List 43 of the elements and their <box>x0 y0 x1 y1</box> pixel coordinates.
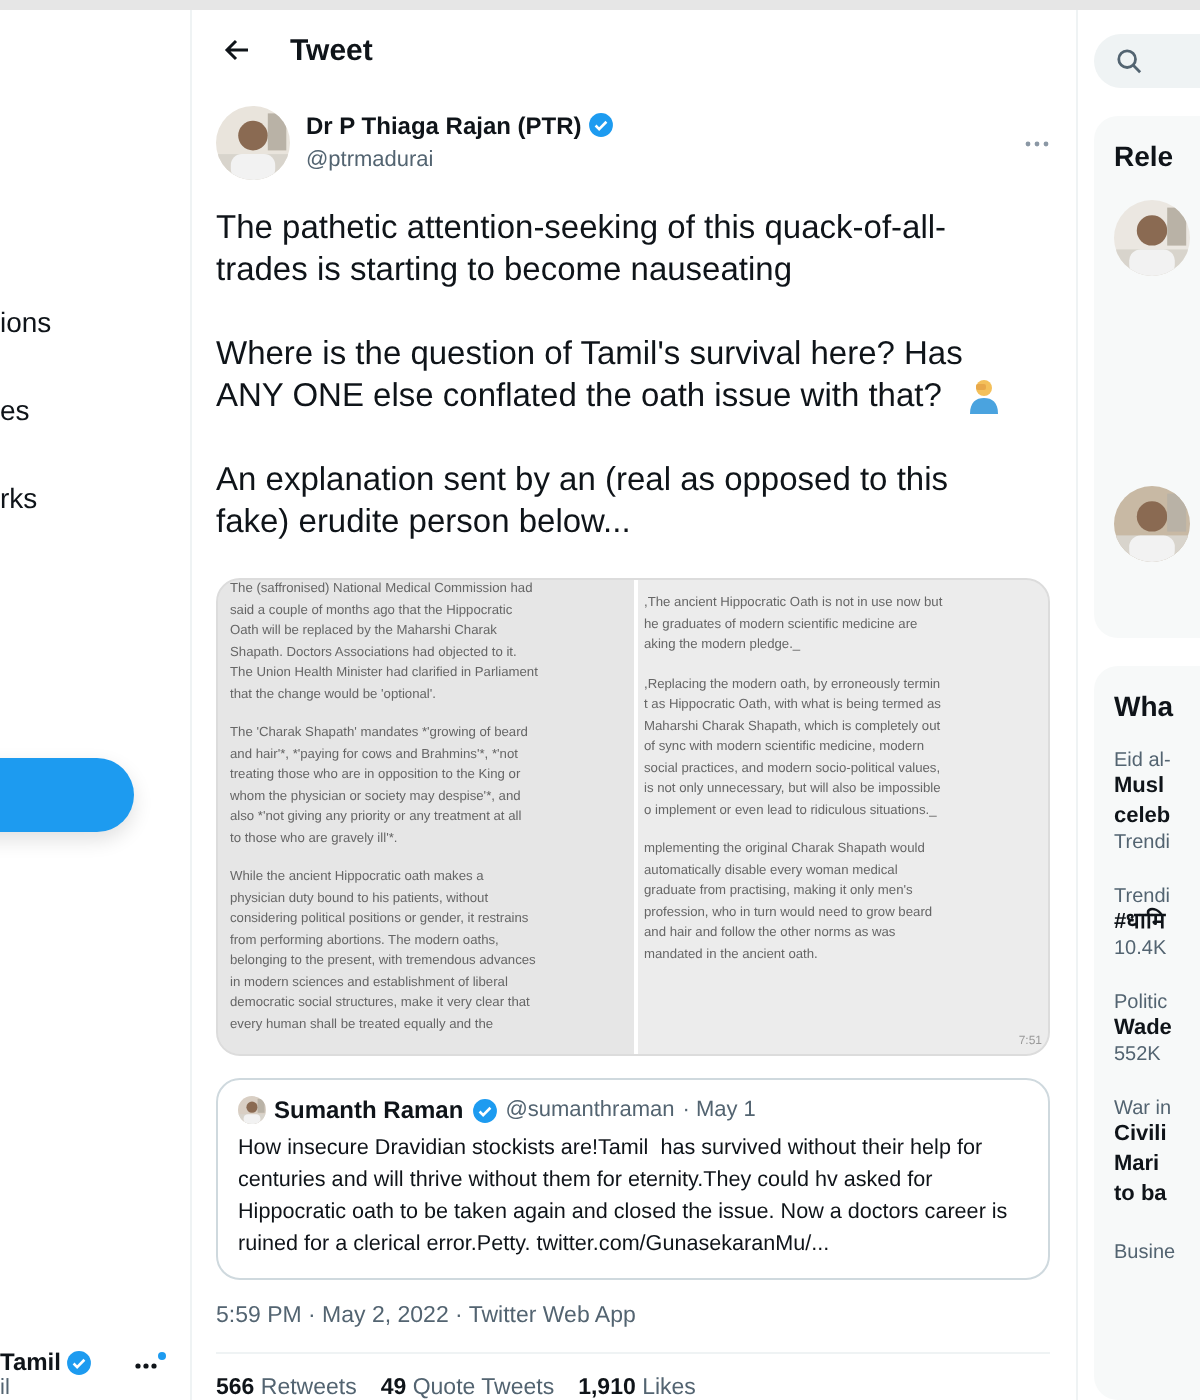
back-arrow-icon[interactable] <box>224 38 250 62</box>
quote-author-handle: @sumanthraman <box>505 1098 675 1122</box>
author-handle[interactable]: @ptrmadurai <box>306 147 434 171</box>
quoted-tweet[interactable] <box>216 1078 1050 1280</box>
nav-item[interactable]: rks <box>0 454 190 542</box>
nav-item[interactable]: es <box>0 366 190 454</box>
stat-link[interactable]: 566 Retweets <box>216 1376 357 1400</box>
nav-item[interactable]: ions <box>0 278 190 366</box>
trend-context: Politic <box>1114 991 1170 1014</box>
trend-title[interactable]: #धामि <box>1114 907 1200 938</box>
trend-context: Trendi <box>1114 885 1172 908</box>
stat-link[interactable]: 49 Quote Tweets <box>380 1376 555 1400</box>
tweet-text: An explanation sent by an (real as opposed to this fake) erudite person below... <box>216 460 948 544</box>
quote-author-name: Sumanth Raman <box>274 1096 464 1124</box>
trend-title[interactable]: Mari <box>1114 1149 1200 1180</box>
trend-context: Eid al- <box>1114 749 1173 772</box>
tweet-timestamp: 5:59 PM · May 2, 2022 · Twitter Web App <box>216 1304 638 1328</box>
trend-title[interactable]: Civili <box>1114 1119 1200 1150</box>
card-heading: Wha <box>1114 689 1176 722</box>
trend-title[interactable]: celeb <box>1114 801 1200 832</box>
trend-count: Trendi <box>1114 831 1172 854</box>
quote-text: How insecure Dravidian stockists are!Tamil has survived without their help for centuries and will thrive without them for eternity.They could hv asked for Hippocratic oath to be taken again and closed the issue. Now a doctors career is ruined for a clerical error.Petty. twitter.com/GunasekaranMu/... <box>238 1134 1010 1260</box>
search-icon <box>1116 47 1142 74</box>
trend-title[interactable]: Wade <box>1114 1013 1200 1044</box>
trend-count: 552K <box>1114 1043 1163 1066</box>
account-name: Tamil <box>0 1348 61 1376</box>
author-name[interactable]: Dr P Thiaga Rajan (PTR) <box>306 111 582 139</box>
trend-count: 10.4K <box>1114 937 1169 960</box>
search-field[interactable] <box>1094 34 1200 88</box>
person-icon <box>968 378 1001 414</box>
trend-context: War in <box>1114 1097 1174 1120</box>
stat-link[interactable]: 1,910 Likes <box>578 1376 696 1400</box>
quote-date: · May 1 <box>682 1098 756 1122</box>
page-title: Tweet <box>290 33 373 67</box>
more-icon[interactable] <box>134 1348 166 1372</box>
tweet-text: The pathetic attention-seeking of this quack-of-all- trades is starting to become nauseating <box>216 208 947 292</box>
tweet-text: Where is the question of Tamil's survival here? Has ANY ONE else conflated the oath issue with that? <box>216 334 963 418</box>
trend-context: Busine <box>1114 1241 1178 1264</box>
trend-title[interactable]: Musl <box>1114 771 1200 802</box>
attached-document[interactable] <box>216 578 1050 1056</box>
account-handle: il <box>0 1376 12 1400</box>
card-heading: Rele <box>1114 139 1176 172</box>
trend-title[interactable]: to ba <box>1114 1179 1200 1210</box>
